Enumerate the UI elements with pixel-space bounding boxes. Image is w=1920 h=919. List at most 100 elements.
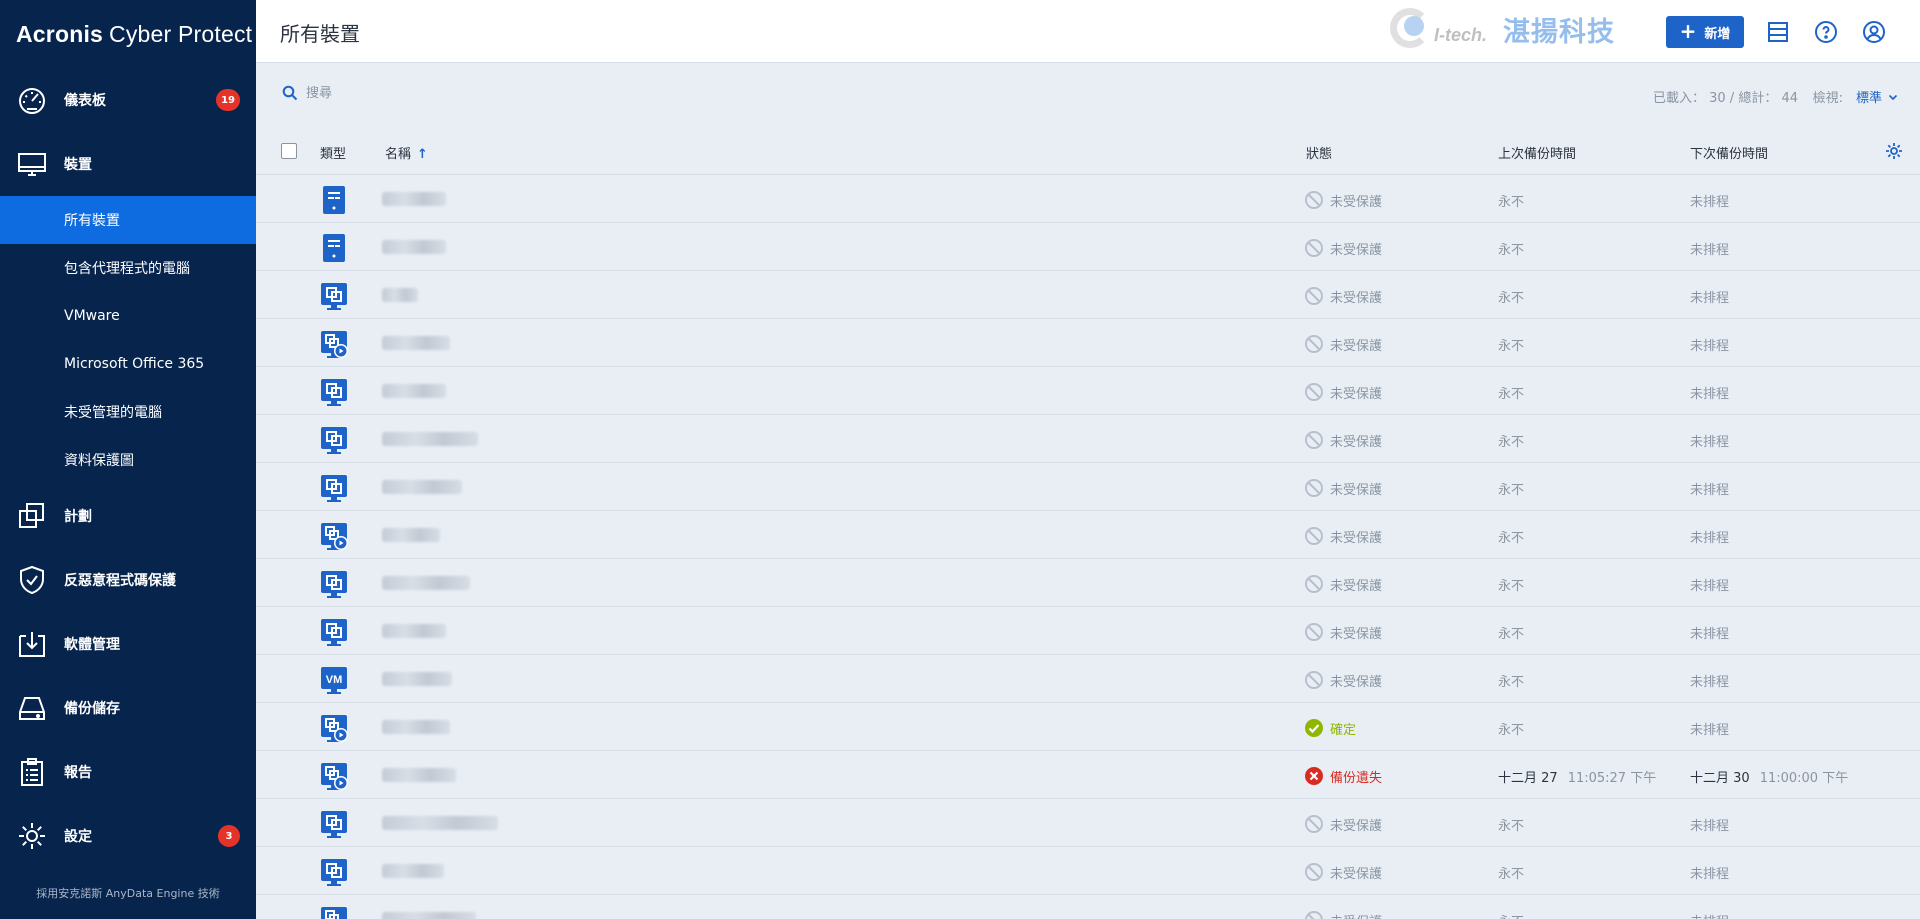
next-backup-cell: 未排程 <box>1690 339 1730 354</box>
table-row[interactable]: 確定 永不 未排程 <box>256 703 1920 751</box>
table-row[interactable]: 未受保護 永不 未排程 <box>256 319 1920 367</box>
sidebar-item-settings[interactable]: 設定 3 <box>0 804 256 868</box>
table-row[interactable]: 未受保護 永不 未排程 <box>256 559 1920 607</box>
sidebar-item-antimalware[interactable]: 反惡意程式碼保護 <box>0 548 256 612</box>
not-protected-icon <box>1304 574 1324 594</box>
watermark-en: I-tech. <box>1434 24 1488 45</box>
sidebar-item-devices[interactable]: 裝置 <box>0 132 256 196</box>
column-header-last-backup[interactable]: 上次備份時間 <box>1498 143 1576 162</box>
view-mode-value: 標準 <box>1855 91 1882 106</box>
device-name-redacted[interactable] <box>382 192 446 206</box>
column-header-type[interactable]: 類型 <box>320 143 346 162</box>
next-backup-cell: 未排程 <box>1690 435 1730 450</box>
sidebar-subitem-machines-with-agents[interactable]: 包含代理程式的電腦 <box>0 244 256 292</box>
sidebar-item-plans[interactable]: 計劃 <box>0 484 256 548</box>
column-header-name[interactable]: 名稱 ↑ <box>385 143 428 162</box>
sidebar-subitem-data-protection-map[interactable]: 資料保護圖 <box>0 436 256 484</box>
status-text: 未受保護 <box>1330 818 1383 834</box>
not-protected-icon <box>1304 862 1324 882</box>
table-row[interactable]: VM 未受保護 永不 未排程 <box>256 655 1920 703</box>
not-protected-icon <box>1304 622 1324 642</box>
status-cell: 未受保護 <box>1304 478 1382 498</box>
table-row[interactable]: 未受保護 永不 未排程 <box>256 799 1920 847</box>
device-name-redacted[interactable] <box>382 240 446 254</box>
device-name-redacted[interactable] <box>382 432 478 446</box>
sidebar-item-backup-storage[interactable]: 備份儲存 <box>0 676 256 740</box>
device-name-redacted[interactable] <box>382 336 450 350</box>
workstation-device-icon <box>320 857 348 887</box>
sidebar-subitem-unmanaged-machines[interactable]: 未受管理的電腦 <box>0 388 256 436</box>
sidebar-item-software-management[interactable]: 軟體管理 <box>0 612 256 676</box>
select-all-checkbox[interactable] <box>281 143 297 159</box>
sidebar-subitem-all-devices[interactable]: 所有裝置 <box>0 196 256 244</box>
table-row[interactable]: 未受保護 永不 未排程 <box>256 511 1920 559</box>
workstation-agent-device-icon <box>320 905 348 919</box>
workstation-device-icon <box>320 569 348 599</box>
last-backup-cell: 永不 <box>1498 195 1525 210</box>
table-row[interactable]: 未受保護 永不 未排程 <box>256 415 1920 463</box>
sidebar-item-label: 報告 <box>64 765 92 781</box>
column-header-name-label: 名稱 <box>385 147 412 162</box>
device-name-redacted[interactable] <box>382 576 470 590</box>
table-row[interactable]: 未受保護 永不 未排程 <box>256 175 1920 223</box>
device-name-redacted[interactable] <box>382 384 446 398</box>
table-row[interactable]: 未受保護 永不 未排程 <box>256 367 1920 415</box>
device-name-redacted[interactable] <box>382 816 498 830</box>
not-protected-icon <box>1304 334 1324 354</box>
sidebar: Acronis Cyber Protect 儀表板 19 裝置 所有裝置 包含代… <box>0 0 256 919</box>
status-cell: 未受保護 <box>1304 526 1382 546</box>
search-box[interactable] <box>282 85 606 101</box>
device-name-redacted[interactable] <box>382 720 450 734</box>
sidebar-item-reports[interactable]: 報告 <box>0 740 256 804</box>
table-row[interactable]: 未受保護 永不 未排程 <box>256 223 1920 271</box>
workstation-device-icon <box>320 425 348 455</box>
table-row[interactable]: 未受保護 永不 未排程 <box>256 463 1920 511</box>
next-backup-cell: 十二月 30 11:00:00 下午 <box>1690 767 1848 786</box>
device-name-redacted[interactable] <box>382 912 476 919</box>
table-row[interactable]: 未受保護 永不 未排程 <box>256 895 1920 919</box>
workstation-agent-device-icon <box>320 521 348 551</box>
table-header: 類型 名稱 ↑ 狀態 上次備份時間 下次備份時間 <box>256 127 1920 175</box>
search-input[interactable] <box>306 85 606 101</box>
table-row[interactable]: 未受保護 永不 未排程 <box>256 607 1920 655</box>
sidebar-item-dashboard[interactable]: 儀表板 19 <box>0 68 256 132</box>
next-backup-date: 十二月 30 <box>1690 771 1750 786</box>
sidebar-subitem-office365[interactable]: Microsoft Office 365 <box>0 340 256 388</box>
next-backup-cell: 未排程 <box>1690 911 1729 919</box>
add-device-button[interactable]: + 新增 <box>1666 16 1744 48</box>
status-cell: 未受保護 <box>1304 286 1382 306</box>
device-name-redacted[interactable] <box>382 480 462 494</box>
workstation-device-icon <box>320 617 348 647</box>
device-name-redacted[interactable] <box>382 624 446 638</box>
sidebar-item-label: 軟體管理 <box>64 637 120 653</box>
not-protected-icon <box>1304 526 1324 546</box>
help-icon[interactable] <box>1814 20 1838 44</box>
last-backup-cell: 永不 <box>1498 911 1524 919</box>
sidebar-subitem-vmware[interactable]: VMware <box>0 292 256 340</box>
device-name-redacted[interactable] <box>382 288 418 302</box>
device-name-redacted[interactable] <box>382 672 452 686</box>
device-name-redacted[interactable] <box>382 864 444 878</box>
sidebar-item-label: 備份儲存 <box>64 701 120 717</box>
status-text: 未受保護 <box>1330 434 1383 450</box>
table-row[interactable]: 備份遺失 十二月 27 11:05:27 下午 十二月 30 11:00:00 下午 <box>256 751 1920 799</box>
table-row[interactable]: 未受保護 永不 未排程 <box>256 847 1920 895</box>
last-backup-cell: 永不 <box>1498 435 1525 450</box>
column-header-status[interactable]: 狀態 <box>1306 143 1332 162</box>
workstation-device-icon <box>320 377 348 407</box>
dashboard-icon <box>16 84 48 116</box>
layout-toggle-icon[interactable] <box>1766 20 1790 44</box>
table-row[interactable]: 未受保護 永不 未排程 <box>256 271 1920 319</box>
workstation-device-icon <box>320 473 348 503</box>
device-name-redacted[interactable] <box>382 768 456 782</box>
device-name-redacted[interactable] <box>382 528 440 542</box>
sidebar-item-label: 反惡意程式碼保護 <box>64 573 176 589</box>
table-body: 未受保護 永不 未排程 未受保護 永不 未排程 未受保護 永不 未排程 未受保護 永不 未排程 未受保護… <box>256 175 1920 919</box>
not-protected-icon <box>1304 382 1324 402</box>
view-mode-dropdown[interactable]: 標準 <box>1856 87 1898 106</box>
user-account-icon[interactable] <box>1862 20 1886 44</box>
column-header-next-backup[interactable]: 下次備份時間 <box>1690 143 1768 162</box>
status-text: 備份遺失 <box>1330 770 1383 786</box>
status-cell: 確定 <box>1304 718 1356 738</box>
column-settings-gear-icon[interactable] <box>1884 141 1904 161</box>
